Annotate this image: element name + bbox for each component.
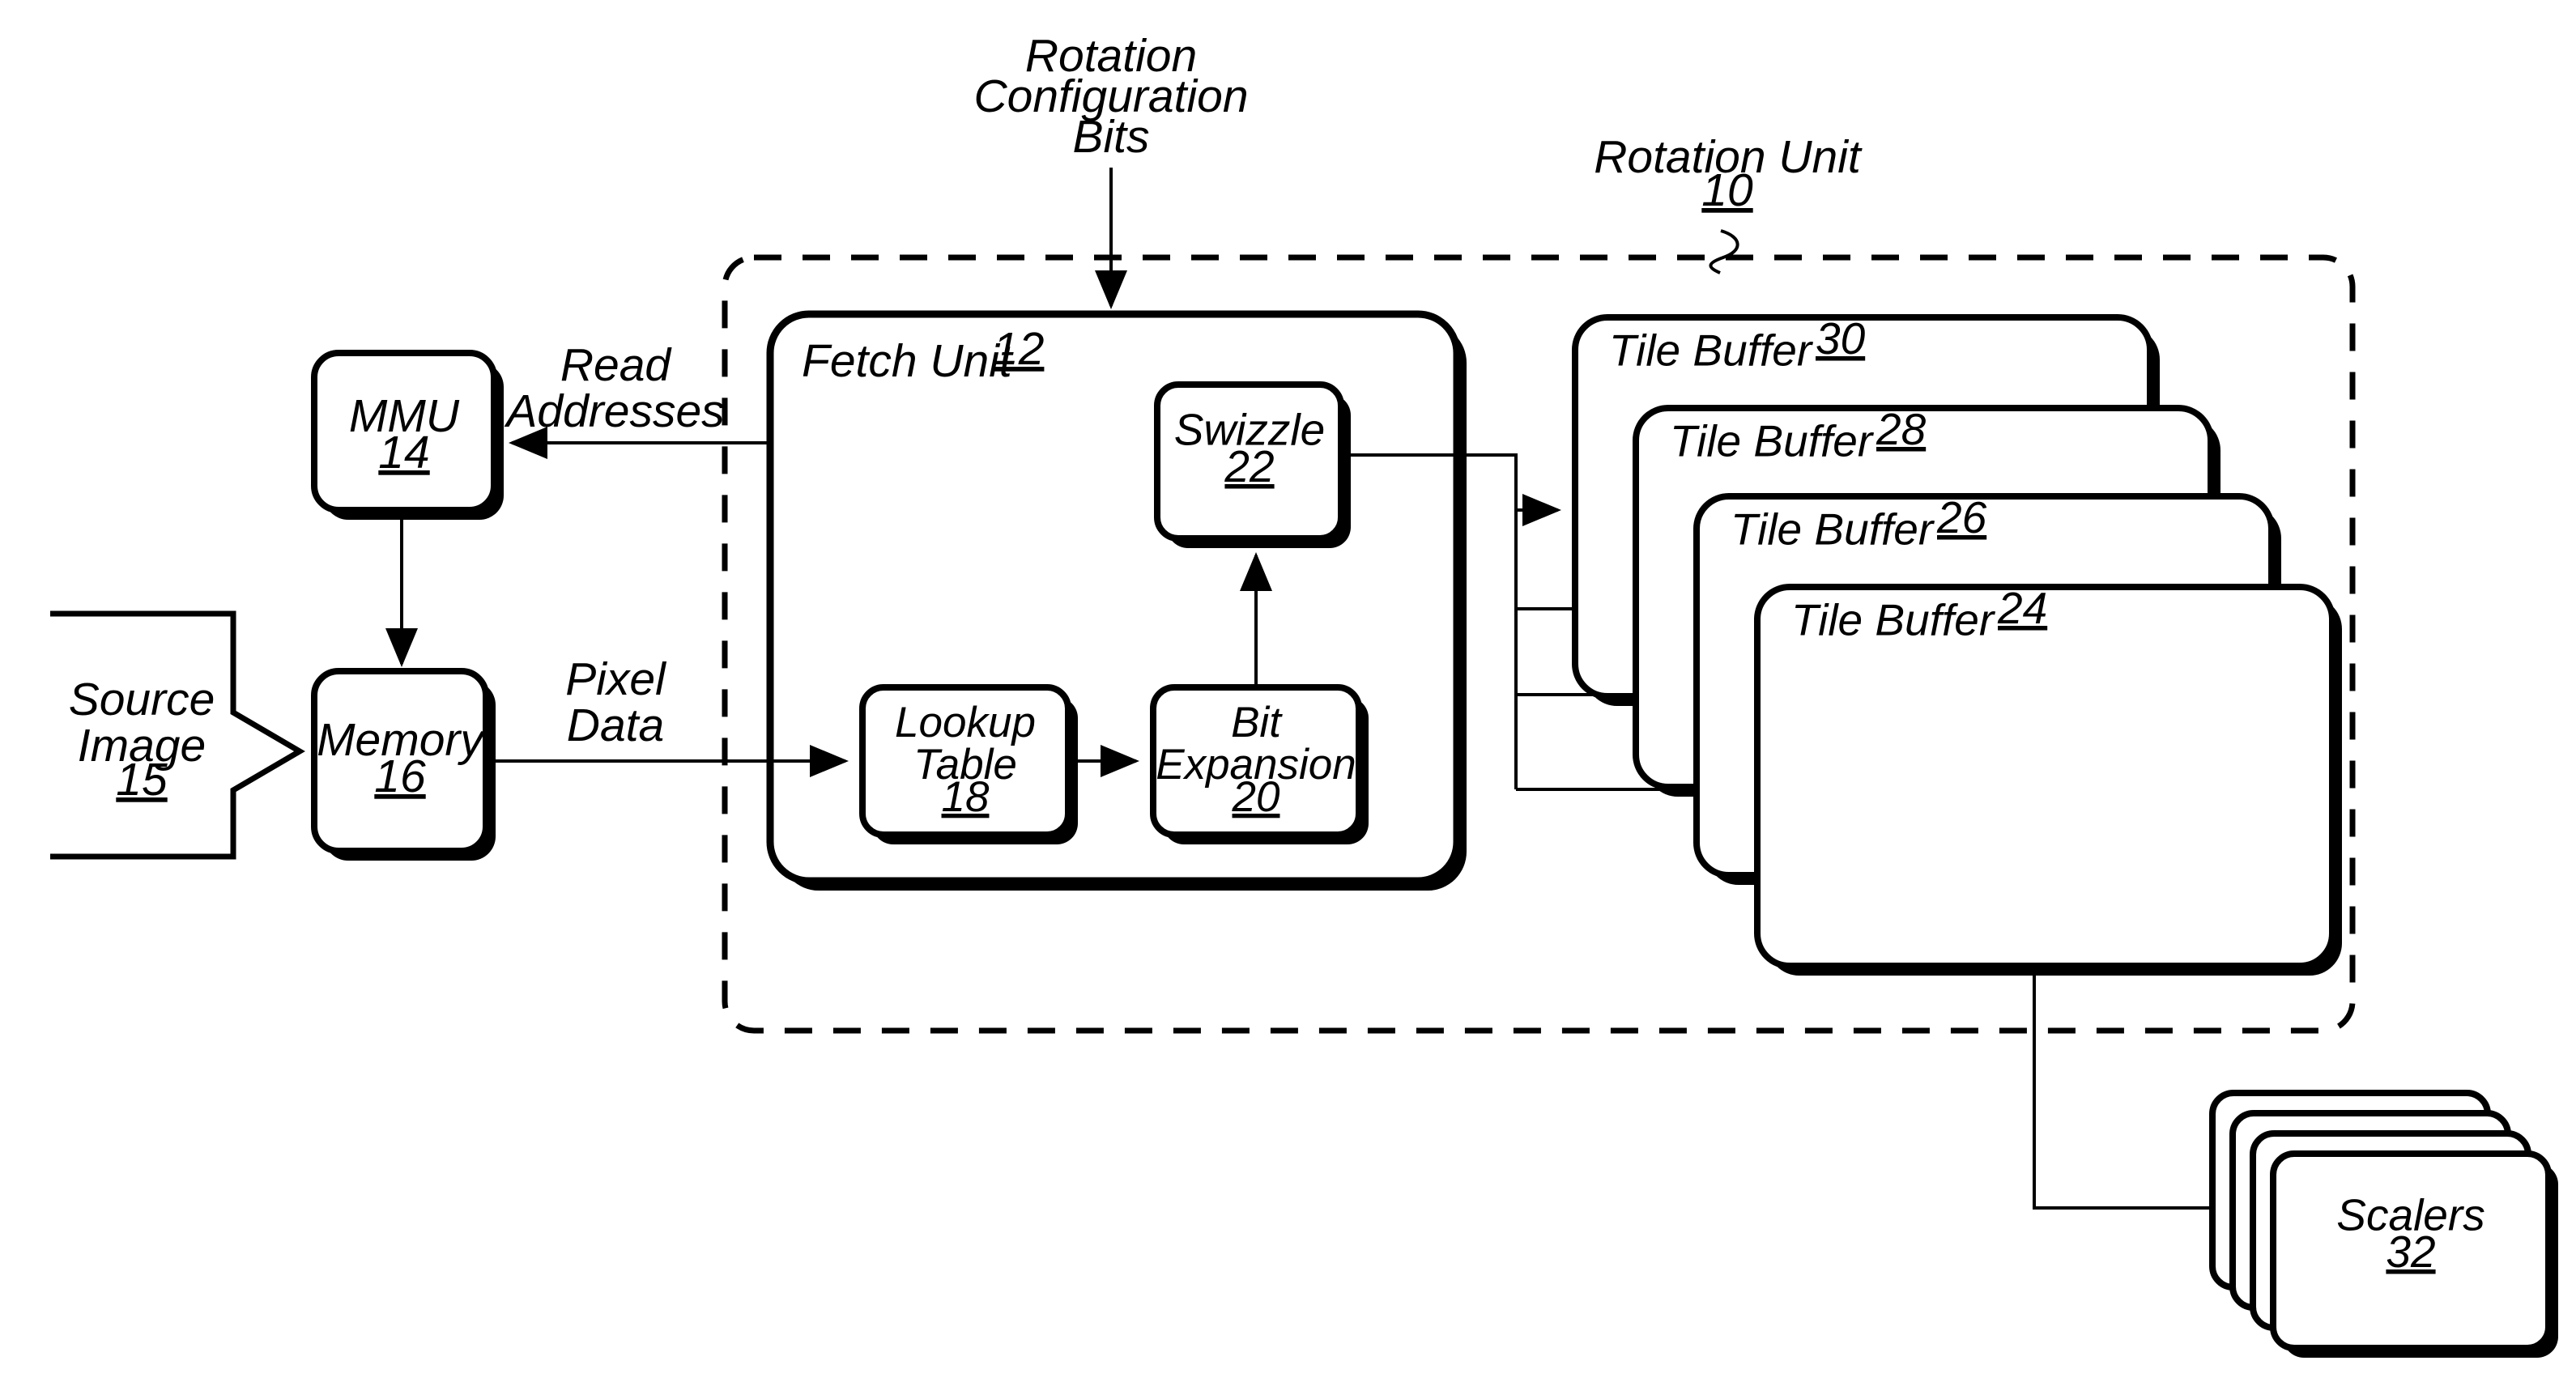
mmu-ref: 14 — [378, 427, 429, 478]
tile-buffer-30-label: Tile Buffer — [1609, 325, 1814, 376]
source-image-label-line1: Source — [69, 674, 215, 725]
tile-buffer-24-ref: 24 — [1997, 583, 2047, 633]
memory-ref: 16 — [374, 751, 426, 802]
tile-buffer-24: Tile Buffer 24 — [1754, 583, 2342, 976]
rotation-unit-leader — [1709, 229, 1739, 274]
tile-buffer-30-ref: 30 — [1816, 313, 1866, 364]
source-image-ref: 15 — [116, 754, 168, 806]
tile-buffer-28-ref: 28 — [1876, 404, 1927, 454]
lookup-table-label-line1: Lookup — [895, 699, 1036, 746]
bit-expansion-ref: 20 — [1232, 773, 1280, 821]
figure-canvas: Rotation Configuration Bits Rotation Uni… — [0, 0, 2576, 1399]
rotation-unit-diagram: Rotation Configuration Bits Rotation Uni… — [50, 30, 2558, 1358]
rotation-unit-ref: 10 — [1701, 164, 1753, 216]
tile-buffer-28-label: Tile Buffer — [1670, 416, 1875, 466]
read-addresses-line1: Read — [560, 339, 673, 391]
read-addresses-line2: Addresses — [504, 385, 724, 437]
lookup-table-block: Lookup Table 18 — [859, 684, 1078, 844]
rotation-config-bits-line3: Bits — [1072, 111, 1149, 163]
rotation-unit-annotation: Rotation Unit 10 — [1594, 131, 1863, 274]
lookup-table-ref: 18 — [942, 773, 990, 821]
swizzle-ref: 22 — [1224, 441, 1274, 491]
scalers-ref: 32 — [2386, 1227, 2435, 1277]
fetch-unit-label: Fetch Unit — [802, 335, 1014, 387]
source-image-block: Source Image 15 — [50, 610, 305, 860]
swizzle-block: Swizzle 22 — [1154, 381, 1351, 548]
rotation-config-bits-annotation: Rotation Configuration Bits — [973, 30, 1249, 309]
tile-buffer-26-label: Tile Buffer — [1731, 504, 1935, 555]
bit-expansion-label-line1: Bit — [1231, 699, 1283, 746]
fetch-unit-ref: 12 — [993, 323, 1044, 375]
pixel-data-line1: Pixel — [565, 653, 666, 705]
tile-buffer-26-ref: 26 — [1936, 492, 1987, 542]
mmu-block: MMU 14 — [311, 350, 504, 520]
bit-expansion-block: Bit Expansion 20 — [1150, 684, 1369, 844]
read-addresses-connection: Read Addresses — [504, 339, 770, 459]
memory-block: Memory 16 — [311, 668, 496, 861]
scalers-block: Scalers 32 — [2209, 1090, 2558, 1358]
tile-buffer-24-label: Tile Buffer — [1791, 595, 1996, 645]
pixel-data-line2: Data — [567, 700, 664, 751]
